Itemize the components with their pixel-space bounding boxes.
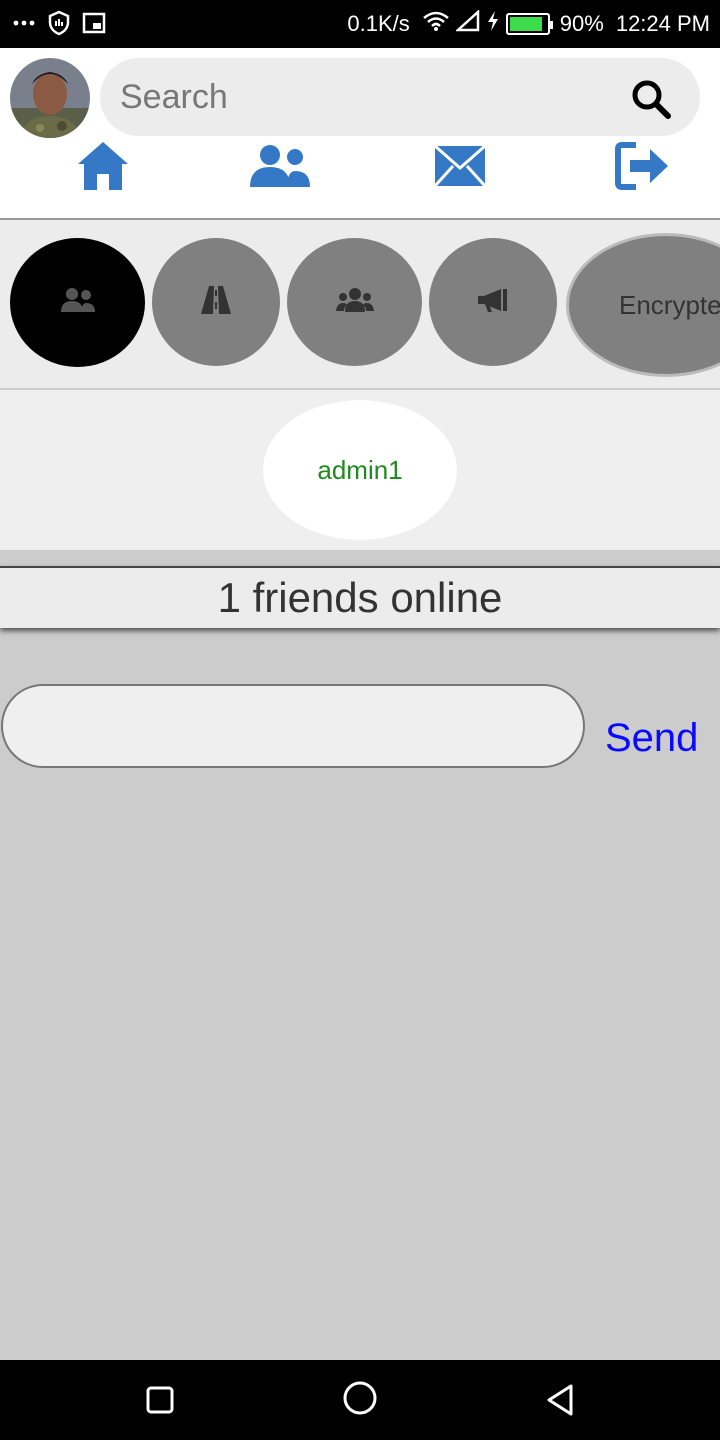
- online-user[interactable]: admin1: [263, 400, 457, 540]
- megaphone-icon: [477, 287, 509, 318]
- group-item-encrypted[interactable]: Encrypte: [566, 233, 720, 377]
- charging-icon: [486, 10, 500, 38]
- logout-icon[interactable]: [610, 138, 674, 194]
- home-icon[interactable]: [71, 138, 135, 194]
- friends-icon[interactable]: [248, 138, 312, 194]
- message-input[interactable]: [1, 684, 585, 768]
- home-circle-icon[interactable]: [340, 1378, 380, 1418]
- group-item-group[interactable]: [287, 238, 422, 366]
- net-speed: 0.1K/s: [347, 11, 410, 36]
- members-panel: admin1: [0, 390, 720, 550]
- send-button[interactable]: Send: [605, 716, 698, 761]
- avatar[interactable]: [10, 58, 90, 138]
- battery-percent: 90%: [559, 11, 604, 36]
- users-icon: [60, 287, 96, 318]
- search-bar: [100, 58, 700, 136]
- battery-fill: [509, 17, 543, 31]
- online-status: 1 friends online: [0, 566, 720, 628]
- app-header: [0, 48, 720, 220]
- groups-strip: Encrypte: [0, 220, 720, 390]
- battery-icon: [505, 13, 553, 35]
- group-label-encrypted: Encrypte: [619, 289, 720, 320]
- group-item-users[interactable]: [10, 238, 145, 367]
- back-icon[interactable]: [542, 1382, 578, 1418]
- shield-icon: [48, 10, 70, 41]
- recents-icon[interactable]: [142, 1382, 178, 1418]
- status-bar: 0.1K/s 90% 12:24 PM: [0, 0, 720, 48]
- system-nav-bar: [0, 1360, 720, 1440]
- group-item-announcements[interactable]: [429, 238, 557, 366]
- road-icon: [200, 285, 232, 319]
- search-icon[interactable]: [630, 78, 672, 120]
- more-icon: [12, 11, 36, 40]
- group-item-road[interactable]: [152, 238, 280, 366]
- search-input[interactable]: [120, 72, 600, 122]
- group-icon: [335, 287, 374, 318]
- cast-icon: [82, 11, 106, 40]
- wifi-icon: [422, 10, 450, 38]
- mail-icon[interactable]: [428, 138, 492, 194]
- status-right: 0.1K/s 90% 12:24 PM: [347, 9, 710, 38]
- status-left: [12, 10, 106, 41]
- clock: 12:24 PM: [615, 11, 710, 36]
- signal-icon: [454, 9, 480, 38]
